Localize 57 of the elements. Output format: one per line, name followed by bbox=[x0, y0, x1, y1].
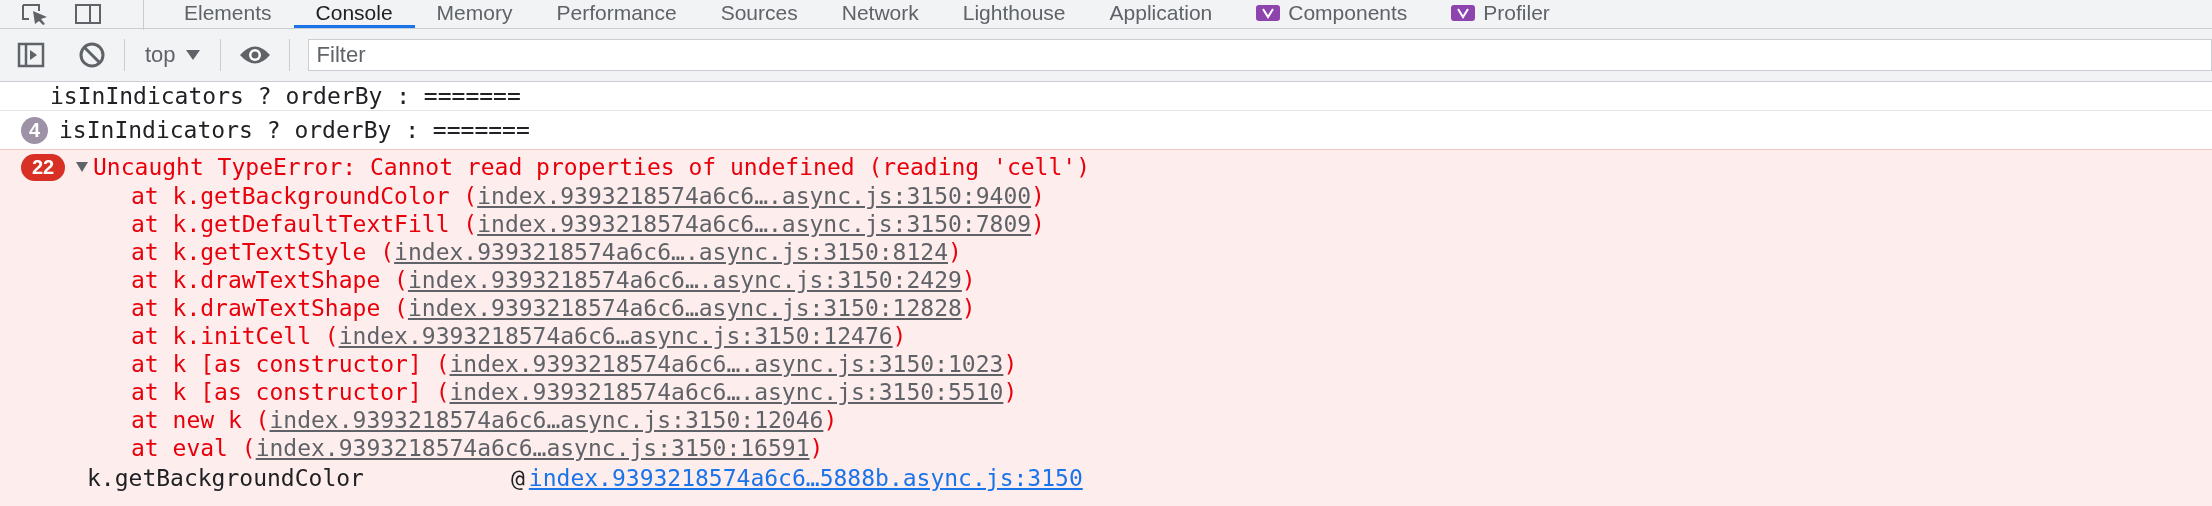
extension-icon bbox=[1256, 4, 1281, 21]
extension-icon bbox=[1451, 4, 1476, 21]
filter-field[interactable]: Filter bbox=[307, 39, 2212, 71]
console-message: isInIndicators ? orderBy : ======= bbox=[50, 82, 521, 110]
stack-frame: at k [as constructor] ( bbox=[131, 349, 450, 379]
stack-frame: at k.drawTextShape ( bbox=[131, 265, 408, 295]
stack-frame: ) bbox=[892, 321, 907, 351]
stack-frame: ) bbox=[961, 265, 976, 295]
source-link[interactable]: index.9393218574a6c6…async.js:3150:12046 bbox=[269, 405, 824, 435]
source-link[interactable]: index.9393218574a6c6….async.js:3150:9400 bbox=[477, 181, 1032, 211]
stack-frame: at k [as constructor] ( bbox=[131, 377, 450, 407]
stack-frame: at k.getBackgroundColor ( bbox=[131, 181, 478, 211]
sidebar-toggle-icon[interactable] bbox=[17, 41, 45, 69]
stack-frame: at k.getTextStyle ( bbox=[131, 237, 395, 267]
at-sign: @ bbox=[511, 463, 525, 493]
panel-tab[interactable]: Application bbox=[1087, 0, 1235, 28]
stack-frame: ) bbox=[1031, 209, 1045, 239]
context-dropdown[interactable]: top bbox=[143, 42, 202, 68]
clear-console-icon[interactable] bbox=[78, 41, 106, 69]
console-message: isInIndicators ? orderBy : ======= bbox=[59, 115, 530, 145]
source-link[interactable]: index.9393218574a6c6….async.js:3150:2429 bbox=[407, 265, 962, 295]
device-icon[interactable] bbox=[74, 3, 102, 25]
panel-tab[interactable]: Memory bbox=[414, 0, 535, 28]
stack-frame: ) bbox=[823, 405, 838, 435]
panel-tab[interactable]: Performance bbox=[534, 0, 699, 28]
source-link[interactable]: index.9393218574a6c6….async.js:3150:5510 bbox=[449, 377, 1004, 407]
stack-frame: at new k ( bbox=[131, 405, 270, 435]
panel-tab[interactable]: Sources bbox=[698, 0, 820, 28]
source-link[interactable]: index.9393218574a6c6…async.js:3150:12476 bbox=[338, 321, 893, 351]
source-link[interactable]: index.9393218574a6c6…async.js:3150:12828 bbox=[407, 293, 962, 323]
stack-frame: at k.getDefaultTextFill ( bbox=[131, 209, 478, 239]
source-link[interactable]: index.9393218574a6c6….async.js:3150:1023 bbox=[449, 349, 1004, 379]
source-link[interactable]: index.9393218574a6c6….async.js:3150:7809 bbox=[477, 209, 1032, 239]
stack-frame: ) bbox=[948, 237, 962, 267]
source-link[interactable]: index.9393218574a6c6…5888b.async.js:3150 bbox=[528, 463, 1083, 493]
panel-tab[interactable]: Lighthouse bbox=[940, 0, 1088, 28]
stack-frame: at k.initCell ( bbox=[131, 321, 339, 351]
stack-frame: ) bbox=[1031, 181, 1045, 211]
panel-tab[interactable]: Profiler bbox=[1429, 0, 1572, 28]
stack-frame: ) bbox=[1003, 377, 1018, 407]
error-message: Uncaught TypeError: Cannot read properties of undefined (reading 'cell') bbox=[93, 152, 1090, 182]
caret-icon bbox=[185, 50, 200, 60]
panel-tab[interactable]: Components bbox=[1234, 0, 1430, 28]
function-name: k.getBackgroundColor bbox=[87, 463, 365, 493]
panel-tab[interactable]: Network bbox=[819, 0, 941, 28]
error-count: 22 bbox=[21, 153, 65, 181]
stack-frame: at eval ( bbox=[131, 433, 256, 463]
stack-frame: ) bbox=[1003, 349, 1018, 379]
repeat-count: 4 bbox=[21, 116, 48, 144]
source-link[interactable]: index.9393218574a6c6…async.js:3150:16591 bbox=[255, 433, 810, 463]
panel-tab[interactable]: Elements bbox=[162, 0, 294, 28]
stack-frame: ) bbox=[961, 293, 976, 323]
expand-triangle-icon[interactable] bbox=[76, 162, 88, 172]
stack-frame: ) bbox=[809, 433, 824, 463]
source-link[interactable]: index.9393218574a6c6….async.js:3150:8124 bbox=[394, 237, 948, 267]
eye-icon[interactable] bbox=[238, 44, 271, 66]
stack-frame: at k.drawTextShape ( bbox=[131, 293, 408, 323]
